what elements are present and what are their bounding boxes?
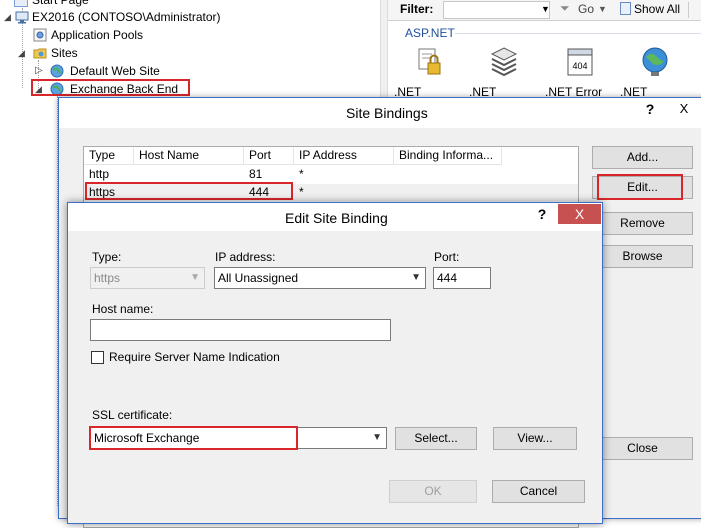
help-button[interactable]: ?: [636, 98, 664, 120]
show-all-button[interactable]: Show All: [634, 2, 680, 16]
edit-site-binding-titlebar[interactable]: Edit Site Binding ? X: [68, 203, 602, 231]
column-header-type[interactable]: Type: [84, 147, 134, 165]
cancel-button[interactable]: Cancel: [492, 480, 585, 503]
feature-dotnet-compilation[interactable]: .NET: [469, 45, 539, 99]
site-bindings-title: Site Bindings: [346, 105, 428, 121]
ip-address-label: IP address:: [215, 250, 276, 264]
filter-bar: Filter: ▼ ⏷ Go ▼ Show All: [388, 0, 701, 21]
edit-site-binding-dialog: Edit Site Binding ? X Type: https ▼ IP a…: [67, 202, 603, 524]
tree-item-sites[interactable]: ◢ Sites: [0, 44, 380, 62]
close-dialog-button[interactable]: Close: [592, 437, 693, 460]
site-bindings-titlebar[interactable]: Site Bindings ? X: [59, 98, 701, 128]
feature-dotnet-globalization[interactable]: .NET: [620, 45, 690, 99]
toolbar-separator: [688, 2, 689, 18]
require-sni-label: Require Server Name Indication: [109, 350, 280, 364]
filter-input[interactable]: [443, 1, 550, 19]
go-dropdown-icon[interactable]: ▼: [598, 0, 607, 18]
filter-dropdown-icon[interactable]: ▼: [541, 0, 550, 18]
ip-address-value: All Unassigned: [218, 271, 299, 285]
tree-item-label: Sites: [51, 46, 78, 60]
tree-item-label: Default Web Site: [70, 64, 160, 78]
view-certificate-button[interactable]: View...: [493, 427, 577, 450]
column-header-host-name[interactable]: Host Name: [134, 147, 244, 165]
require-sni-checkbox[interactable]: [91, 351, 104, 364]
chevron-down-icon[interactable]: ▼: [372, 428, 382, 448]
tree-item-label: Application Pools: [51, 28, 144, 42]
add-button[interactable]: Add...: [592, 146, 693, 169]
website-globe-icon: [50, 64, 64, 78]
application-pools-icon: [33, 28, 47, 42]
filter-label: Filter:: [400, 2, 434, 16]
chevron-down-icon: ▼: [190, 272, 200, 283]
cell-ip-address: *: [299, 185, 304, 199]
cell-port: 81: [249, 167, 263, 181]
close-button[interactable]: X: [558, 204, 601, 224]
ok-button: OK: [389, 480, 477, 503]
go-funnel-icon[interactable]: ⏷: [560, 1, 570, 16]
tree-item-default-web-site[interactable]: ▷ Default Web Site: [0, 62, 380, 80]
ssl-certificate-label: SSL certificate:: [92, 408, 173, 422]
column-header-binding-information[interactable]: Binding Informa...: [394, 147, 502, 165]
host-name-label: Host name:: [92, 302, 154, 316]
tree-collapse-icon[interactable]: ◢: [18, 44, 25, 62]
highlight-box-edit-button: [597, 174, 683, 200]
remove-button[interactable]: Remove: [592, 212, 693, 235]
cell-binding-information: [394, 166, 399, 183]
dotnet-error-pages-icon: 404: [563, 45, 597, 79]
cell-type: http: [89, 167, 110, 181]
tree-item-server[interactable]: ◢ EX2016 (CONTOSO\Administrator): [0, 8, 380, 26]
dotnet-compilation-icon: [487, 45, 521, 79]
dotnet-authorization-icon: [412, 45, 446, 79]
ip-address-select[interactable]: All Unassigned ▼: [214, 267, 426, 289]
select-certificate-button[interactable]: Select...: [395, 427, 477, 450]
port-label: Port:: [434, 250, 460, 264]
highlight-box-https-row: [85, 182, 293, 200]
host-name-field[interactable]: [90, 319, 391, 341]
browse-button[interactable]: Browse: [592, 245, 693, 268]
tree-expand-icon[interactable]: ▷: [35, 62, 43, 80]
error-badge: 404: [572, 61, 587, 71]
tree-collapse-icon[interactable]: ◢: [4, 8, 11, 26]
start-page-icon: [14, 0, 28, 7]
type-label: Type:: [92, 250, 122, 264]
cell-ip-address: *: [299, 167, 304, 181]
sites-folder-icon: [33, 46, 47, 60]
dotnet-globalization-icon: [638, 45, 672, 79]
port-field[interactable]: 444: [433, 267, 491, 289]
column-header-port[interactable]: Port: [244, 147, 294, 165]
tree-item-label: EX2016 (CONTOSO\Administrator): [32, 10, 221, 24]
help-button[interactable]: ?: [528, 204, 556, 224]
cell-host-name: [134, 166, 139, 183]
cell-binding-information: [394, 184, 399, 201]
go-button[interactable]: Go: [578, 2, 594, 16]
type-value: https: [94, 271, 121, 285]
feature-dotnet-error-pages[interactable]: 404 .NET Error: [545, 45, 615, 99]
server-icon: [15, 10, 29, 24]
feature-group-label: ASP.NET: [405, 26, 455, 40]
edit-site-binding-title: Edit Site Binding: [285, 210, 388, 226]
close-button[interactable]: X: [667, 98, 701, 120]
feature-group-divider: [455, 33, 701, 34]
table-row[interactable]: http 81 *: [84, 166, 578, 183]
column-header-ip-address[interactable]: IP Address: [294, 147, 394, 165]
show-all-icon[interactable]: [620, 2, 631, 15]
feature-dotnet-authorization[interactable]: .NET: [394, 45, 464, 99]
chevron-down-icon[interactable]: ▼: [411, 268, 421, 288]
tree-item-application-pools[interactable]: Application Pools: [0, 26, 380, 44]
highlight-box-exchange-back-end: [31, 79, 190, 96]
highlight-box-ssl-certificate: [89, 426, 298, 450]
type-select: https ▼: [90, 267, 205, 289]
